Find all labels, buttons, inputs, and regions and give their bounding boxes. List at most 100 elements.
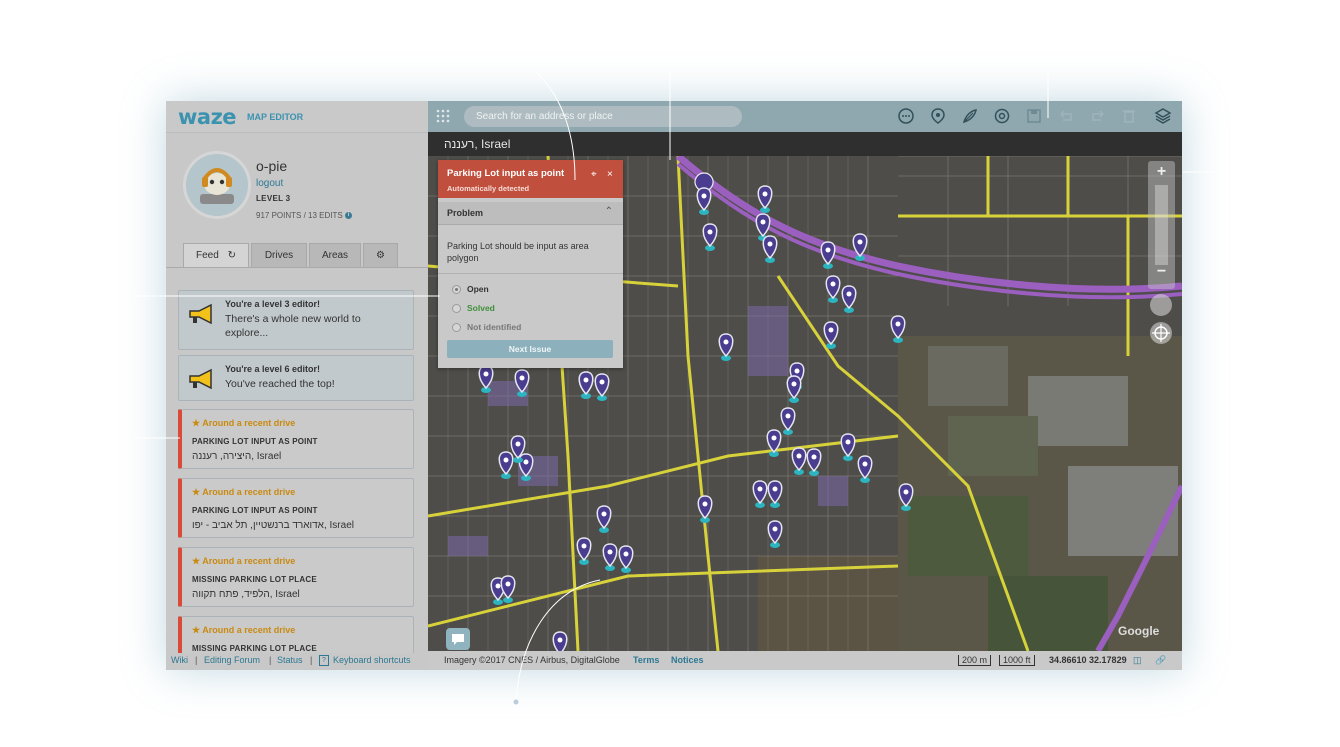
status-link[interactable]: Status	[277, 655, 303, 665]
footer-divider: |	[195, 655, 198, 665]
issue-marker[interactable]	[757, 185, 773, 213]
apps-grid-icon[interactable]	[436, 109, 450, 123]
chevron-up-icon[interactable]: ⌃	[605, 206, 613, 217]
locate-me-button[interactable]	[1150, 322, 1172, 344]
info-icon[interactable]: i	[344, 212, 352, 220]
shortcuts-link[interactable]: Keyboard shortcuts	[333, 655, 411, 665]
issue-marker[interactable]	[498, 451, 514, 479]
issue-location: הלפיד, פתח תקווה, Israel	[192, 589, 300, 600]
wiki-link[interactable]: Wiki	[171, 655, 188, 665]
sidebar-footer: Wiki | Editing Forum | Status | ? Keyboa…	[166, 652, 428, 670]
issue-marker[interactable]	[823, 321, 839, 349]
roundabout-icon[interactable]	[993, 107, 1011, 125]
map-toggle-button[interactable]	[1150, 294, 1172, 316]
radio-not-identified[interactable]	[452, 323, 461, 332]
issue-marker[interactable]	[718, 333, 734, 361]
center-target-icon[interactable]: ⌖	[591, 169, 597, 180]
issue-marker[interactable]	[576, 537, 592, 565]
waze-logo[interactable]: waze	[178, 105, 237, 129]
issue-marker[interactable]	[752, 480, 768, 508]
save-icon[interactable]	[1025, 107, 1043, 125]
issue-marker[interactable]	[898, 483, 914, 511]
issue-marker[interactable]	[806, 448, 822, 476]
terms-link[interactable]: Terms	[633, 655, 659, 665]
zoom-in-button[interactable]: +	[1148, 163, 1175, 181]
issue-marker[interactable]	[767, 480, 783, 508]
tab-feed[interactable]: Feed ↻	[183, 243, 249, 267]
map-footer: Imagery ©2017 CNES / Airbus, DigitalGlob…	[428, 651, 1182, 670]
feed-promo-card[interactable]: You're a level 3 editor! There's a whole…	[178, 290, 414, 350]
issue-marker[interactable]	[791, 447, 807, 475]
issue-marker[interactable]	[702, 223, 718, 251]
issue-marker[interactable]	[780, 407, 796, 435]
tab-settings[interactable]: ⚙	[363, 243, 398, 267]
issue-marker[interactable]	[618, 545, 634, 573]
sidebar: waze MAP EDITOR o-pie logout LEVEL 3 917	[166, 101, 428, 670]
layers-icon[interactable]	[1154, 107, 1172, 125]
issue-marker[interactable]	[786, 375, 802, 403]
issue-marker[interactable]	[578, 371, 594, 399]
refresh-icon[interactable]: ↻	[228, 250, 236, 261]
close-icon[interactable]: ×	[607, 169, 613, 180]
search-input[interactable]: Search for an address or place	[464, 106, 742, 127]
forum-link[interactable]: Editing Forum	[204, 655, 260, 665]
issue-marker[interactable]	[890, 315, 906, 343]
issue-marker[interactable]	[766, 429, 782, 457]
issue-marker[interactable]	[857, 455, 873, 483]
issue-marker[interactable]	[825, 275, 841, 303]
radio-open-label[interactable]: Open	[467, 284, 489, 294]
place-pin-icon[interactable]	[929, 107, 947, 125]
issue-marker[interactable]	[514, 369, 530, 397]
redo-icon[interactable]	[1089, 107, 1107, 125]
issue-marker[interactable]	[852, 233, 868, 261]
issue-marker[interactable]	[840, 433, 856, 461]
breadcrumb: רעננה, Israel	[428, 132, 1182, 156]
issue-marker[interactable]	[552, 631, 568, 651]
issue-marker[interactable]	[767, 520, 783, 548]
next-issue-button[interactable]: Next Issue	[447, 340, 613, 358]
app-window: waze MAP EDITOR o-pie logout LEVEL 3 917	[166, 101, 1182, 670]
user-level: LEVEL 3	[256, 194, 291, 203]
chat-icon[interactable]	[897, 107, 915, 125]
trash-icon[interactable]	[1120, 107, 1138, 125]
issue-marker[interactable]	[762, 235, 778, 263]
logout-link[interactable]: logout	[256, 178, 283, 189]
radio-not-identified-label[interactable]: Not identified	[467, 322, 521, 332]
megaphone-icon	[189, 368, 212, 390]
user-profile: o-pie logout LEVEL 3 917 POINTS / 13 EDI…	[166, 133, 428, 243]
issue-marker[interactable]	[697, 495, 713, 523]
draw-road-icon[interactable]	[961, 107, 979, 125]
notices-link[interactable]: Notices	[671, 655, 704, 665]
radio-solved[interactable]	[452, 304, 461, 313]
imagery-credit: Imagery ©2017 CNES / Airbus, DigitalGlob…	[444, 655, 620, 665]
chat-bubble-button[interactable]	[446, 628, 470, 650]
panel-toggle-icon[interactable]: ◫	[1133, 655, 1142, 666]
megaphone-icon	[189, 303, 212, 325]
permalink-icon[interactable]: 🔗	[1155, 655, 1166, 666]
problem-section-header[interactable]: Problem ⌃	[438, 202, 623, 225]
issue-marker[interactable]	[596, 505, 612, 533]
problem-description: Parking Lot should be input as area poly…	[447, 241, 589, 263]
tab-drives[interactable]: Drives	[251, 243, 307, 267]
feed-issue-card[interactable]: ★ Around a recent drive PARKING LOT INPU…	[178, 409, 414, 469]
feed-issue-card[interactable]: ★ Around a recent drive PARKING LOT INPU…	[178, 478, 414, 538]
feed-issue-card[interactable]: ★ Around a recent drive MISSING PARKING …	[178, 616, 414, 653]
radio-open[interactable]	[452, 285, 461, 294]
issue-marker[interactable]	[500, 575, 516, 603]
zoom-out-button[interactable]: −	[1148, 263, 1175, 281]
issue-marker[interactable]	[841, 285, 857, 313]
issue-marker[interactable]	[696, 187, 712, 215]
promo-title: You're a level 6 editor!	[225, 364, 321, 374]
issue-marker[interactable]	[820, 241, 836, 269]
feed-promo-card[interactable]: You're a level 6 editor! You've reached …	[178, 355, 414, 401]
issue-marker[interactable]	[602, 543, 618, 571]
scale-meters: 200 m	[958, 655, 992, 666]
radio-solved-label[interactable]: Solved	[467, 303, 495, 313]
zoom-slider[interactable]	[1155, 185, 1168, 265]
undo-icon[interactable]	[1057, 107, 1075, 125]
issue-marker[interactable]	[594, 373, 610, 401]
tab-areas[interactable]: Areas	[309, 243, 361, 267]
footer-divider: |	[310, 655, 313, 665]
feed-issue-card[interactable]: ★ Around a recent drive MISSING PARKING …	[178, 547, 414, 607]
issue-marker[interactable]	[478, 365, 494, 393]
